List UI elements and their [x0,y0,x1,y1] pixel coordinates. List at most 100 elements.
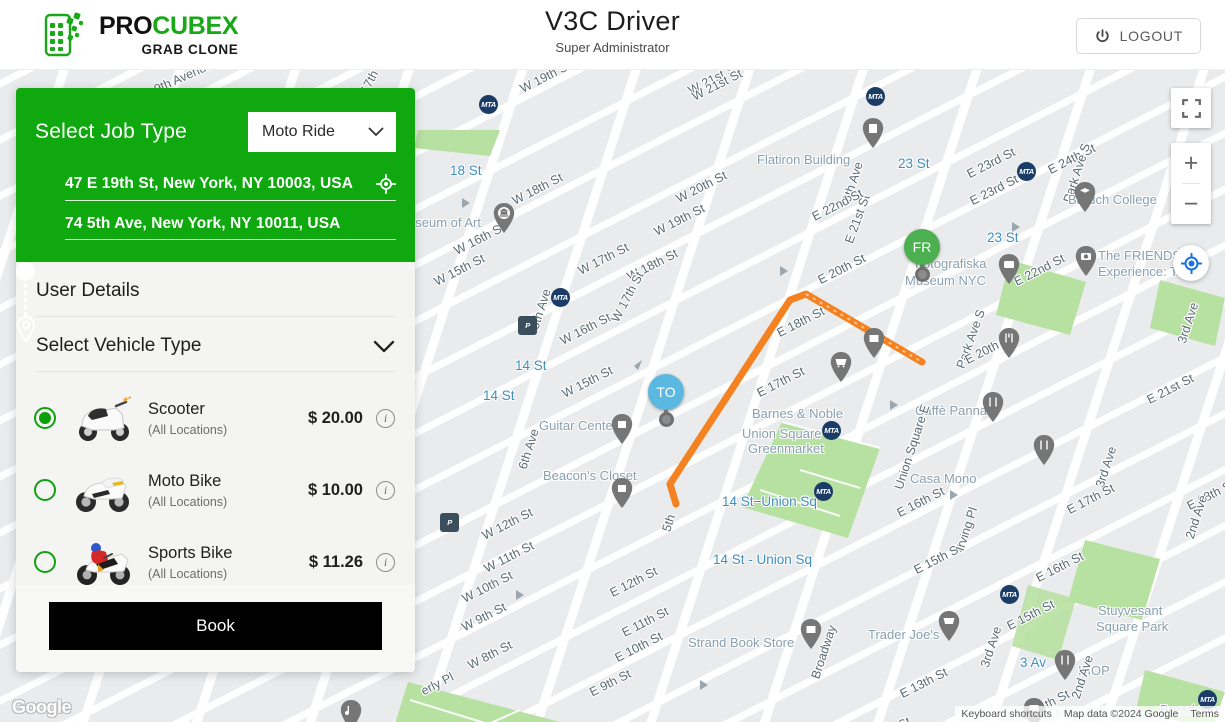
mta-badge-23st-a[interactable]: MTA [866,87,885,106]
mta-badge-14st-path[interactable]: P [518,316,537,335]
vehicle-radio-1[interactable] [34,479,56,501]
vehicle-locations: (All Locations) [148,566,228,581]
moto-bike-icon [72,466,134,514]
brand-logo[interactable]: PROCUBEX GRAB CLONE [38,9,239,61]
dropoff-address-row[interactable]: 74 5th Ave, New York, NY 10011, USA [65,215,396,240]
vehicle-type-header[interactable]: Select Vehicle Type [16,317,415,371]
poi-pin-blue-note[interactable] [340,700,362,722]
panel-footer: Book [16,585,415,672]
marker-to-base [659,412,674,427]
logout-label: LOGOUT [1119,28,1183,44]
google-logo: Google [12,697,72,717]
mobile-cubes-logo-icon [44,12,84,57]
vehicle-type-label: Select Vehicle Type [36,335,202,356]
vehicle-name-col: Moto Bike (All Locations) [148,472,308,509]
poi-pin-greenmarket[interactable] [830,352,852,382]
brand-name: PROCUBEX [99,11,239,40]
poi-pin-beacons-closet[interactable] [611,478,633,508]
job-type-row: Select Job Type Moto Ride [35,112,396,152]
brand-tagline: GRAB CLONE [141,41,239,57]
marker-fr[interactable]: FR [904,229,942,282]
crosshair-icon[interactable] [376,174,396,194]
logout-button[interactable]: LOGOUT [1075,18,1201,54]
vehicle-locations: (All Locations) [148,422,228,437]
marker-to[interactable]: TO [648,374,686,427]
poi-pin-fotografiska[interactable] [998,254,1020,284]
brand-name-pro: PRO [99,11,153,40]
vehicle-name: Scooter [148,399,205,418]
map-zoom-controls[interactable]: + − [1171,143,1211,224]
poi-pin-strand-book-store[interactable] [800,619,822,649]
app-root: PROCUBEX GRAB CLONE V3C Driver Super Adm… [0,0,1225,722]
chevron-down-icon [368,127,384,136]
info-icon[interactable]: i [376,552,395,572]
poi-pin-casa-mono[interactable] [982,392,1004,422]
terms-link[interactable]: Terms [1184,706,1225,722]
vehicle-price: $ 11.26 [308,552,363,571]
map-pin-icon [16,316,36,342]
details-section: User Details Select Vehicle Type Scooter… [16,262,415,585]
poi-pin-barnes-noble[interactable] [863,328,885,358]
pickup-address-row[interactable]: 47 E 19th St, New York, NY 10003, USA [65,174,396,201]
vehicle-name: Sports Bike [148,543,233,562]
sports-bike-icon [72,538,134,585]
mta-badge-23st-b[interactable]: MTA [1017,162,1036,181]
vehicle-name: Moto Bike [148,471,222,490]
my-location-icon [1180,252,1202,274]
user-details-label: User Details [36,280,140,301]
marker-fr-circle[interactable]: FR [904,229,940,265]
marker-to-label: TO [656,384,676,400]
vehicle-radio-0[interactable] [34,407,56,429]
scooter-icon [72,394,134,442]
poi-pin-ihop[interactable] [1054,650,1076,680]
poi-pin-baruch-college[interactable] [1074,182,1096,212]
mta-badge-3av[interactable]: MTA [1000,585,1019,604]
vehicle-price: $ 10.00 [307,480,363,499]
vehicle-name-col: Scooter (All Locations) [148,400,308,437]
vehicle-option-row[interactable]: Sports Bike (All Locations) $ 11.26 i [16,526,415,585]
vehicle-locations: (All Locations) [148,494,228,509]
map-zoom-in-button[interactable]: + [1171,143,1211,183]
chevron-down-icon[interactable] [373,340,395,353]
mta-badge-path-9st[interactable]: P [440,513,459,532]
job-type-value: Moto Ride [262,123,335,140]
marker-fr-label: FR [912,239,932,255]
job-type-select[interactable]: Moto Ride [248,112,396,152]
map-zoom-out-button[interactable]: − [1171,184,1211,224]
info-icon[interactable]: i [376,408,395,428]
map-fullscreen-button[interactable] [1171,88,1211,128]
mta-badge-18st[interactable]: MTA [479,95,498,114]
poi-pin-restaurant-1[interactable] [1033,435,1055,465]
keyboard-shortcuts-label[interactable]: Keyboard shortcuts [955,706,1058,722]
marker-to-circle[interactable]: TO [648,374,684,410]
vehicle-option-row[interactable]: Scooter (All Locations) $ 20.00 i [16,382,415,454]
info-icon[interactable]: i [376,480,395,500]
mta-badge-union-sq-a[interactable]: MTA [822,421,841,440]
poi-pin-museum[interactable] [493,203,515,233]
dropoff-address-input[interactable]: 74 5th Ave, New York, NY 10011, USA [65,215,396,233]
booking-panel: Select Job Type Moto Ride 47 E 19th St, … [16,88,415,672]
vehicle-radio-2[interactable] [34,551,56,573]
poi-pin-guitar-center[interactable] [611,414,633,444]
map-data-attribution: Map data ©2024 Google [1057,706,1185,722]
poi-pin-flatiron[interactable] [862,118,884,148]
vehicle-name-col: Sports Bike (All Locations) [148,544,309,581]
vehicle-option-row[interactable]: Moto Bike (All Locations) $ 10.00 i [16,454,415,526]
vehicle-list: Scooter (All Locations) $ 20.00 i Moto Bike (… [16,372,415,585]
fullscreen-icon [1181,98,1201,118]
book-button[interactable]: Book [49,602,382,650]
mta-badge-union-sq-b[interactable]: MTA [814,482,833,501]
pickup-address-input[interactable]: 47 E 19th St, New York, NY 10003, USA [65,175,368,193]
map-my-location-button[interactable] [1173,245,1209,281]
job-type-label: Select Job Type [35,120,188,143]
mta-badge-14st-a[interactable]: MTA [551,288,570,307]
user-details-header[interactable]: User Details [16,262,415,316]
trip-form-section: Select Job Type Moto Ride 47 E 19th St, … [16,88,415,342]
poi-pin-caffe-panna[interactable] [998,328,1020,358]
power-icon [1095,28,1109,42]
brand-text: PROCUBEX GRAB CLONE [99,11,239,57]
route-dotted-connector [24,284,27,318]
poi-pin-trader-joes[interactable] [938,611,960,641]
poi-pin-camera [1076,246,1098,276]
circle-dot-icon [16,262,35,281]
